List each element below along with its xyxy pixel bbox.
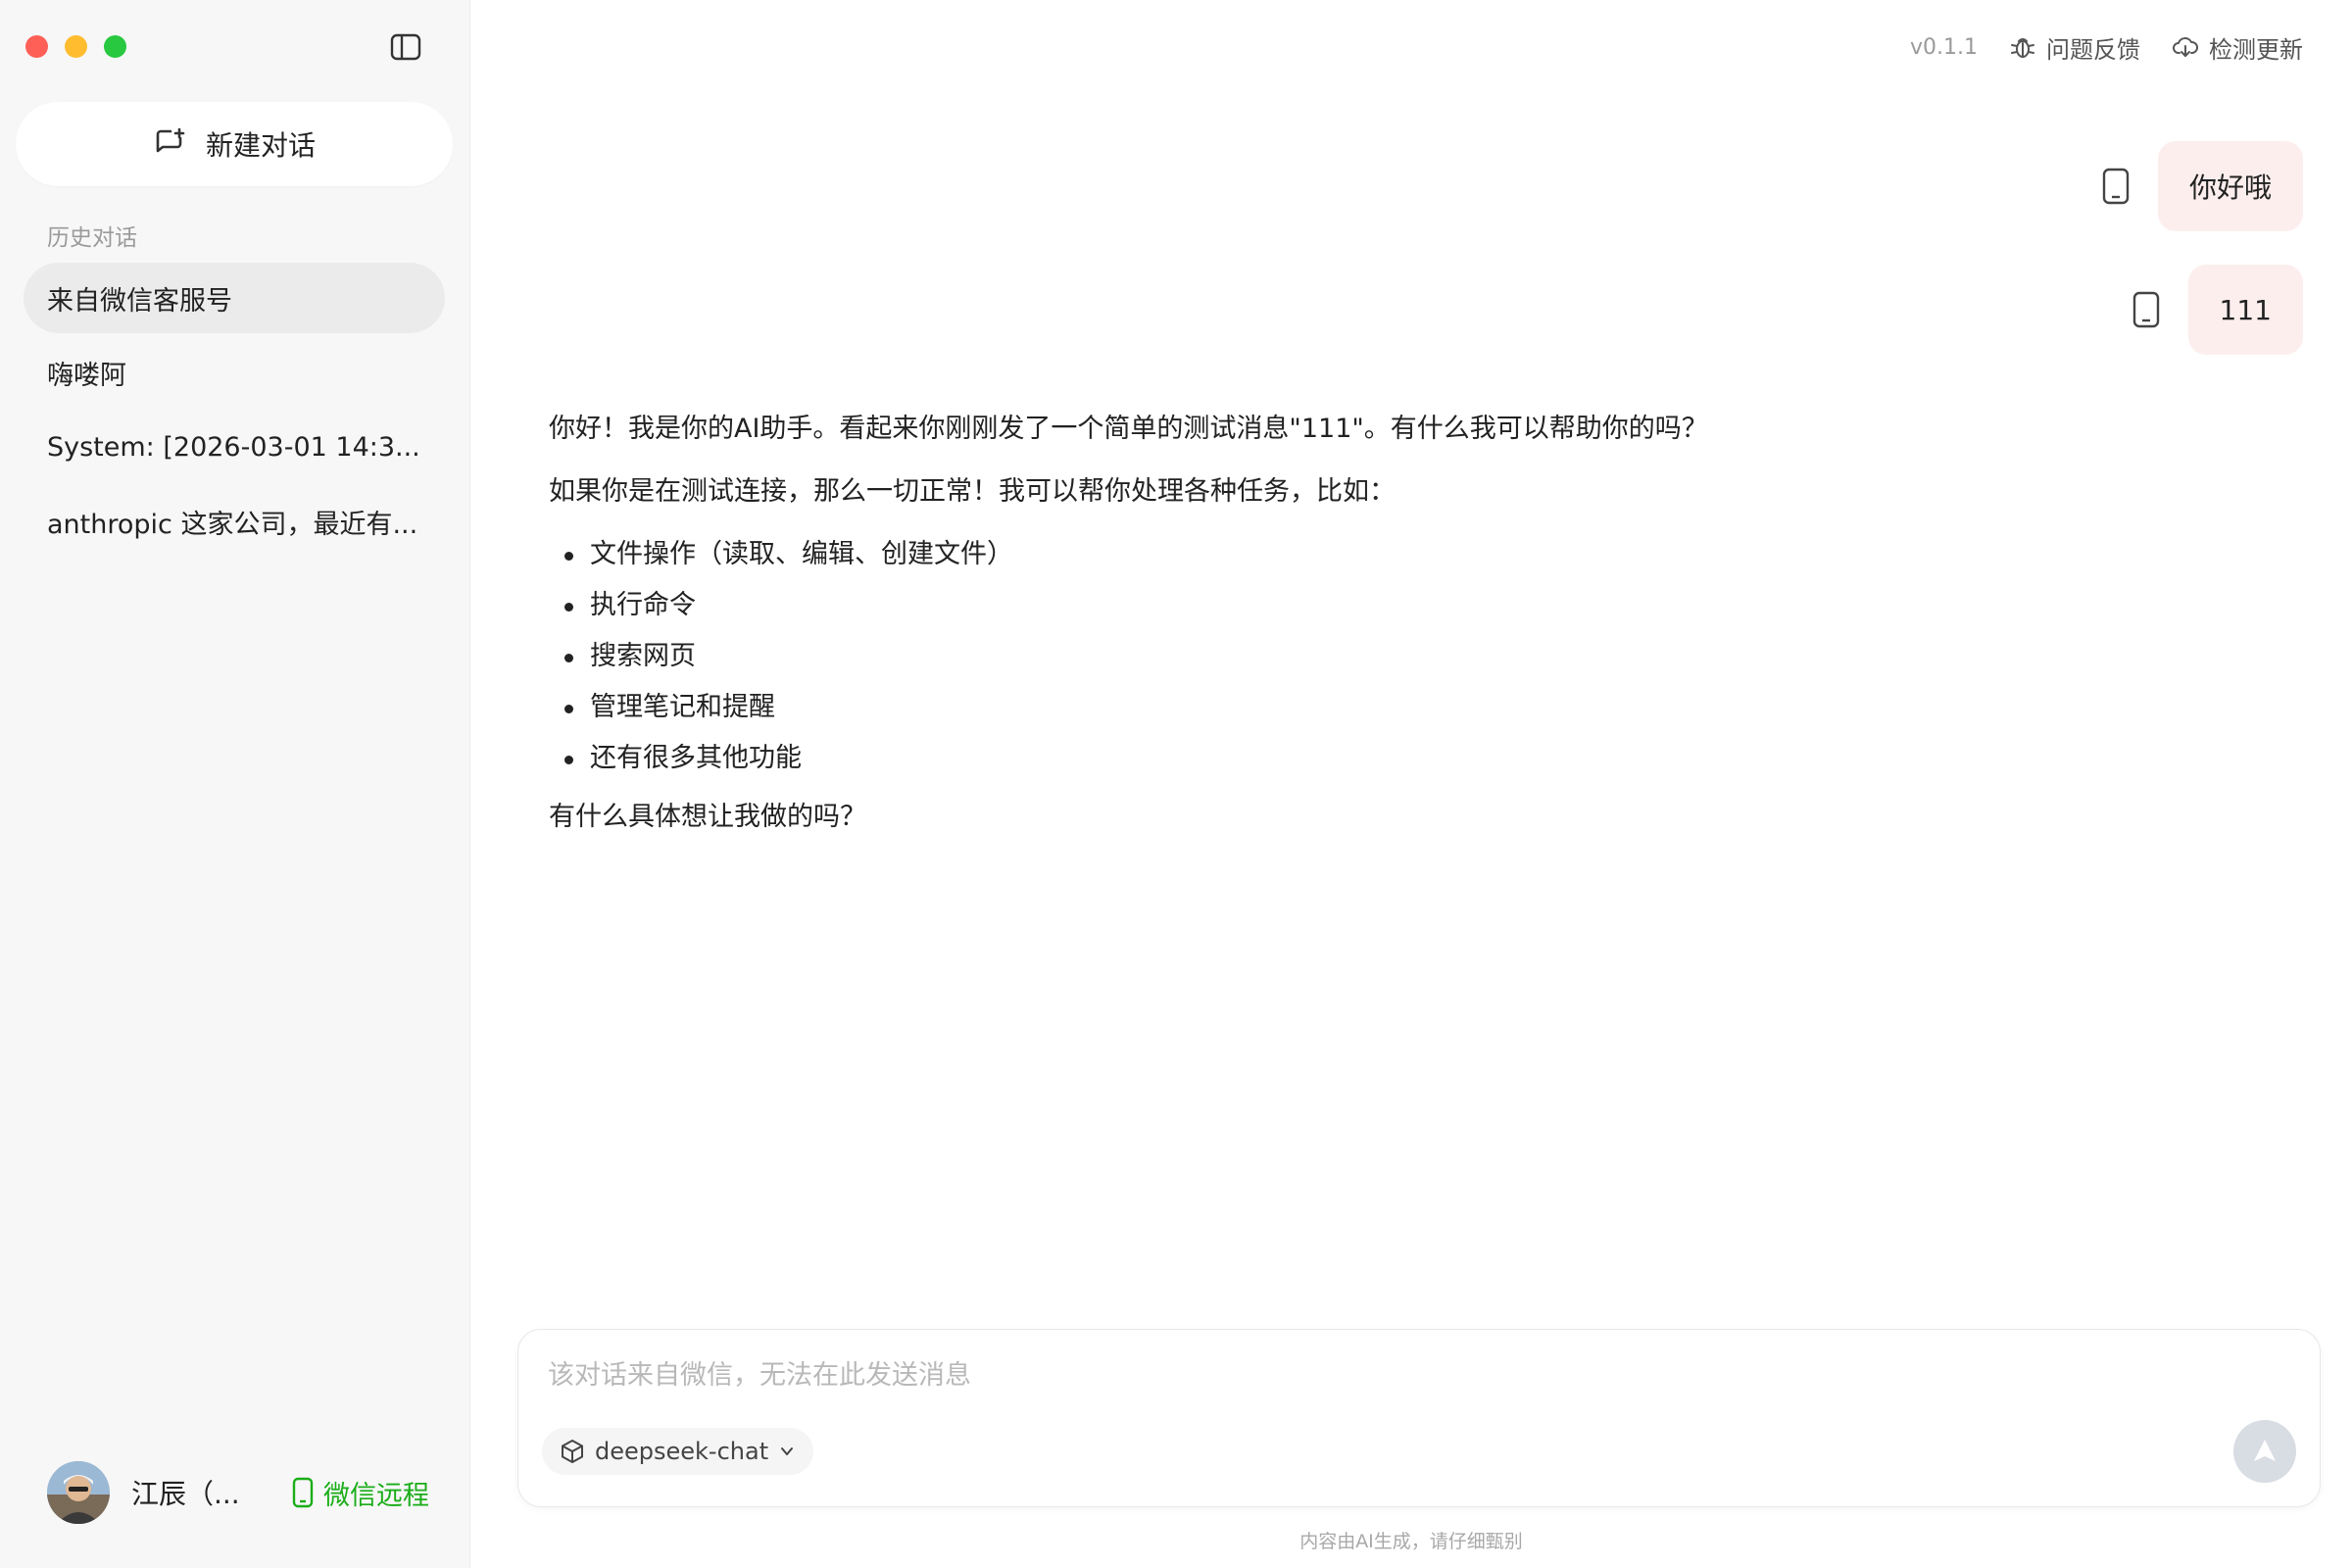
history-list: 来自微信客服号 嗨喽阿 System: [2026-03-01 14:3... … bbox=[24, 263, 445, 561]
user-message: 111 bbox=[2130, 265, 2303, 355]
assistant-paragraph: 如果你是在测试连接，那么一切正常！我可以帮你处理各种任务，比如： bbox=[549, 476, 1396, 507]
phone-source-icon bbox=[2099, 167, 2132, 206]
send-icon bbox=[2254, 1440, 2276, 1461]
history-item-label: 嗨喽阿 bbox=[47, 360, 126, 391]
feedback-button[interactable]: 问题反馈 bbox=[2009, 30, 2140, 65]
phone-icon bbox=[292, 1477, 314, 1508]
assistant-paragraph: 有什么具体想让我做的吗？ bbox=[549, 802, 866, 832]
ai-disclaimer: 内容由AI生成，请仔细甄别 bbox=[1299, 1531, 1523, 1552]
history-item-system[interactable]: System: [2026-03-01 14:3... bbox=[24, 412, 445, 482]
bug-icon bbox=[2011, 38, 2034, 58]
wechat-remote-button[interactable]: 微信远程 bbox=[292, 1474, 429, 1512]
model-name: deepseek-chat bbox=[595, 1438, 769, 1465]
message-input[interactable] bbox=[548, 1351, 2273, 1398]
topbar: v0.1.1 问题反馈 检测更新 bbox=[1910, 29, 2303, 65]
cloud-download-icon bbox=[2173, 37, 2198, 57]
avatar-image bbox=[47, 1461, 110, 1524]
chevron-down-icon bbox=[781, 1447, 794, 1455]
history-item-label: anthropic 这家公司，最近有... bbox=[47, 509, 418, 540]
user-message-bubble: 你好哦 bbox=[2157, 141, 2303, 231]
assistant-paragraph: 你好！我是你的AI助手。看起来你刚刚发了一个简单的测试消息"111"。有什么我可… bbox=[549, 414, 1708, 444]
list-item: 还有很多其他功能 bbox=[549, 739, 2215, 778]
list-item: 管理笔记和提醒 bbox=[549, 688, 2215, 727]
assistant-message: 你好！我是你的AI助手。看起来你刚刚发了一个简单的测试消息"111"。有什么我可… bbox=[549, 410, 2215, 860]
model-select[interactable]: deepseek-chat bbox=[542, 1428, 814, 1475]
sidebar-toggle-icon bbox=[390, 33, 421, 61]
close-window-button[interactable] bbox=[25, 35, 48, 58]
avatar[interactable] bbox=[47, 1461, 110, 1524]
app-window: 新建对话 历史对话 来自微信客服号 嗨喽阿 System: [2026-03-0… bbox=[0, 0, 2352, 1568]
history-item-label: 来自微信客服号 bbox=[47, 285, 232, 317]
wechat-remote-label: 微信远程 bbox=[323, 1480, 429, 1511]
send-button[interactable] bbox=[2233, 1420, 2296, 1483]
user-message: 你好哦 bbox=[2099, 141, 2303, 231]
phone-source-icon bbox=[2130, 290, 2163, 329]
check-update-label: 检测更新 bbox=[2209, 35, 2303, 64]
list-item: 搜索网页 bbox=[549, 637, 2215, 676]
history-item-hello[interactable]: 嗨喽阿 bbox=[24, 337, 445, 408]
window-controls bbox=[25, 35, 126, 58]
list-item: 执行命令 bbox=[549, 586, 2215, 625]
sidebar-toggle-button[interactable] bbox=[388, 31, 423, 63]
user-bar: 江辰（... 微信远程 bbox=[47, 1460, 429, 1525]
user-message-bubble: 111 bbox=[2187, 265, 2303, 355]
history-item-label: System: [2026-03-01 14:3... bbox=[47, 431, 420, 463]
history-heading: 历史对话 bbox=[47, 225, 137, 251]
minimize-window-button[interactable] bbox=[65, 35, 87, 58]
chat-main: v0.1.1 问题反馈 检测更新 你好哦 111 你好！我是你的AI助手。看起来… bbox=[470, 0, 2352, 1568]
assistant-bullet-list: 文件操作（读取、编辑、创建文件） 执行命令 搜索网页 管理笔记和提醒 还有很多其… bbox=[549, 535, 2215, 778]
new-chat-icon bbox=[156, 127, 185, 153]
check-update-button[interactable]: 检测更新 bbox=[2172, 30, 2303, 65]
new-chat-button[interactable]: 新建对话 bbox=[16, 102, 453, 186]
history-item-anthropic[interactable]: anthropic 这家公司，最近有... bbox=[24, 486, 445, 557]
history-item-wechat-service[interactable]: 来自微信客服号 bbox=[24, 263, 445, 333]
feedback-label: 问题反馈 bbox=[2046, 35, 2140, 64]
list-item: 文件操作（读取、编辑、创建文件） bbox=[549, 535, 2215, 574]
maximize-window-button[interactable] bbox=[104, 35, 126, 58]
user-name: 江辰（... bbox=[131, 1478, 239, 1510]
new-chat-label: 新建对话 bbox=[205, 129, 316, 162]
model-cube-icon bbox=[562, 1440, 583, 1463]
sidebar: 新建对话 历史对话 来自微信客服号 嗨喽阿 System: [2026-03-0… bbox=[0, 0, 470, 1568]
composer: deepseek-chat bbox=[517, 1329, 2321, 1507]
version-label: v0.1.1 bbox=[1910, 34, 1978, 60]
